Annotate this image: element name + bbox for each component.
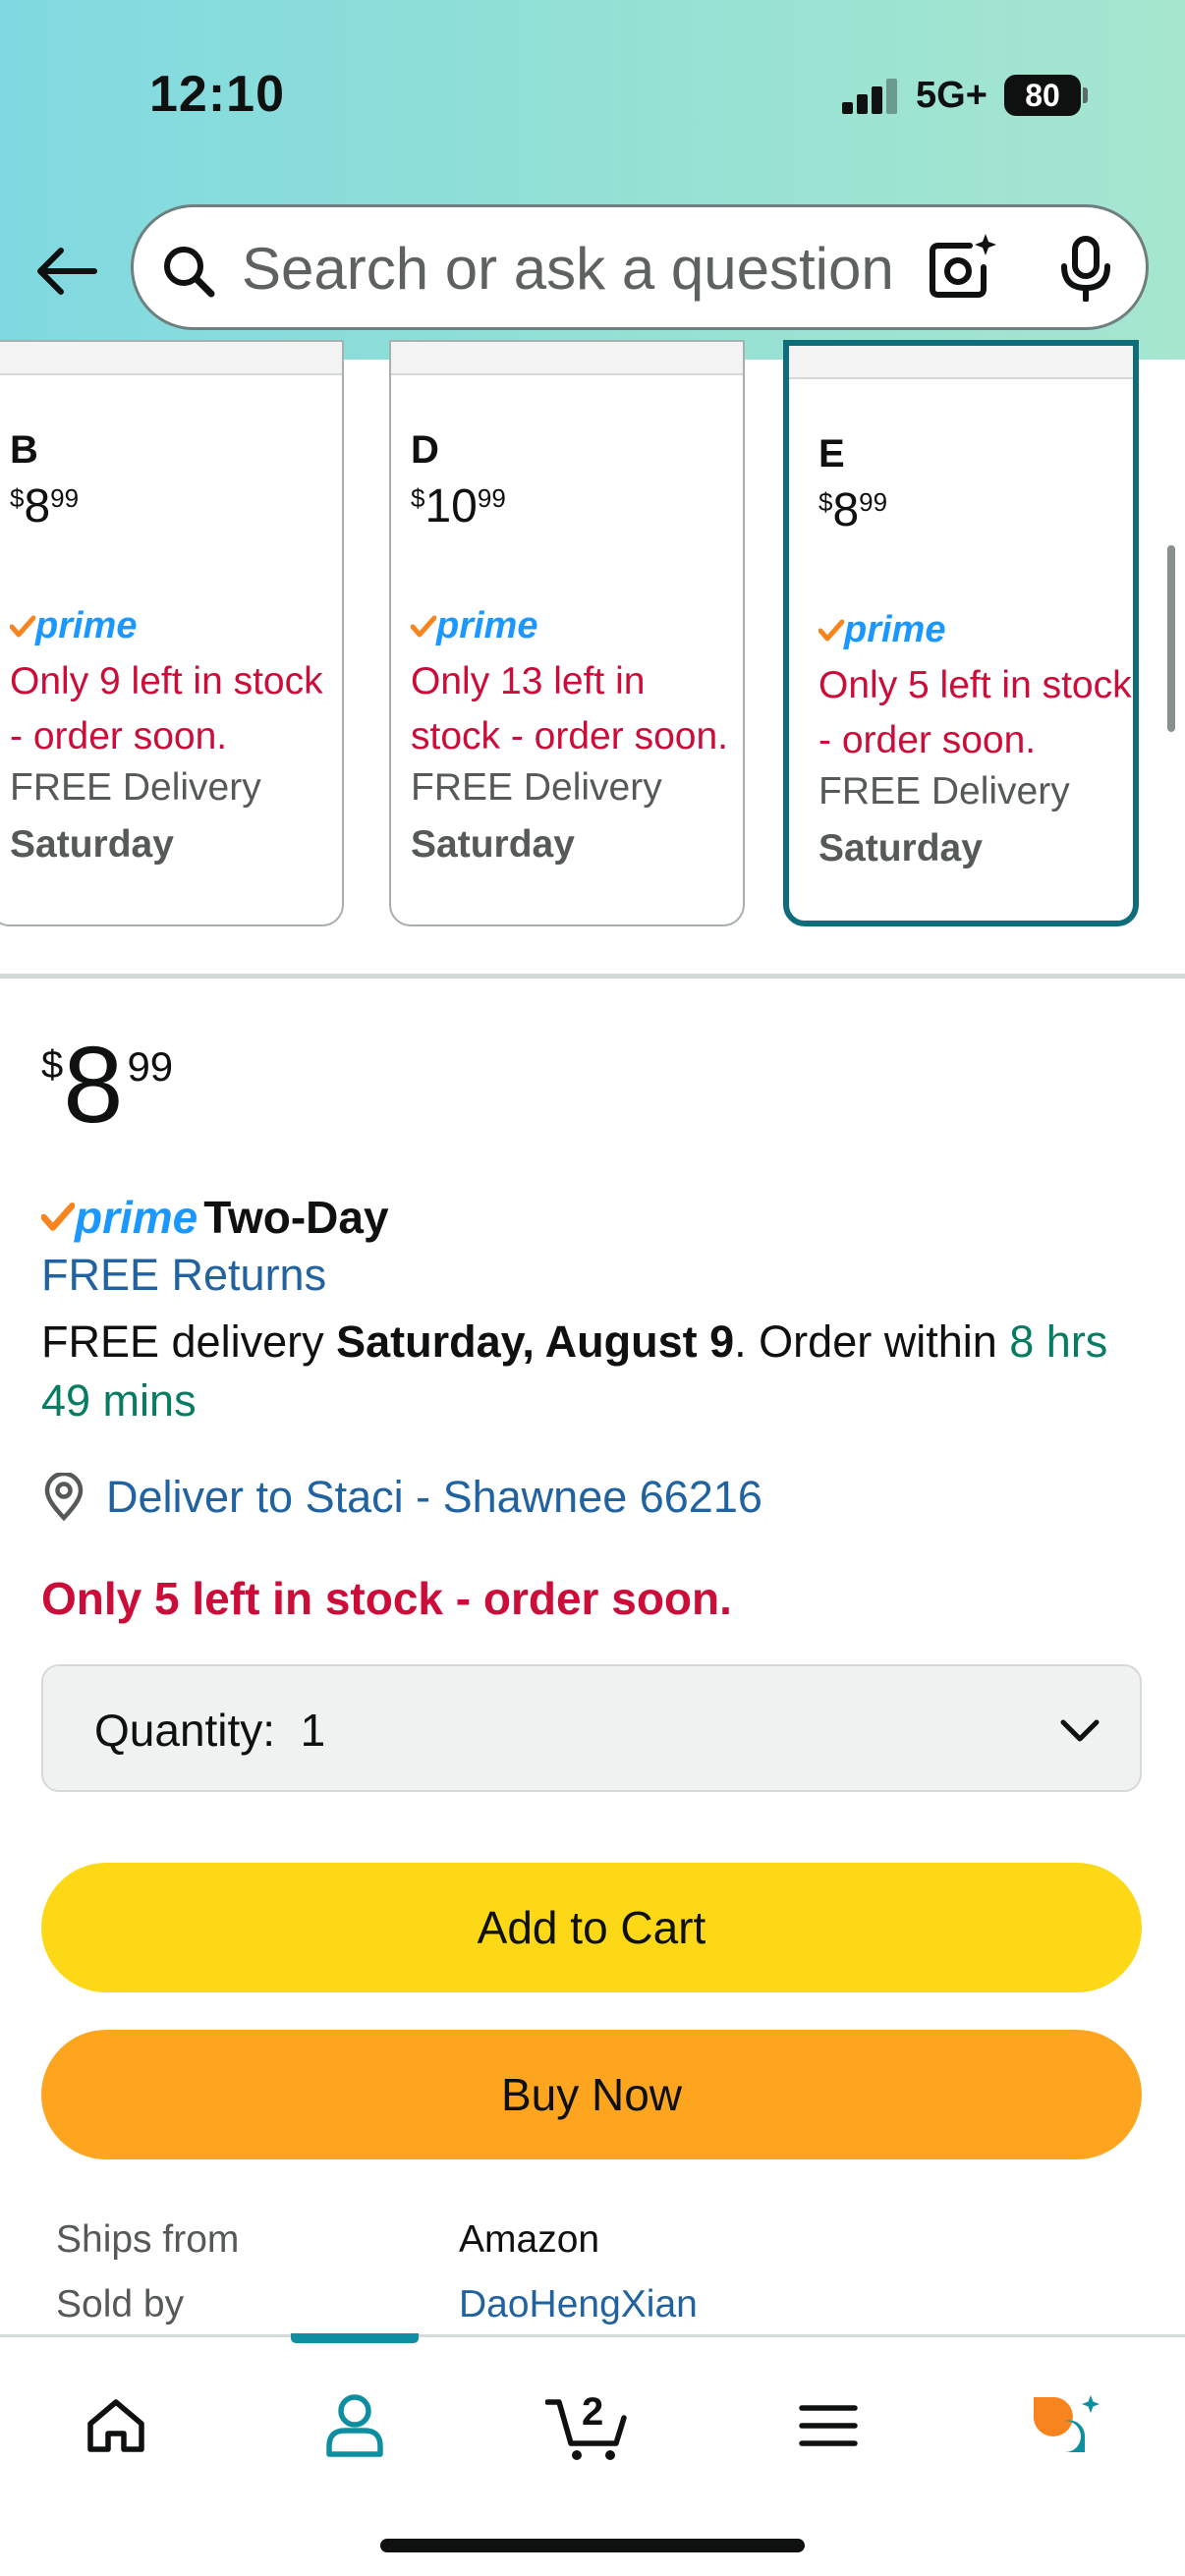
nav-cart[interactable]: 2 — [531, 2377, 649, 2475]
app-header: 12:10 5G+ 80 — [0, 0, 1185, 360]
prime-delivery-badge: prime Two-Day — [41, 1191, 389, 1244]
stock-status: Only 13 left in stock - order soon. — [411, 660, 728, 757]
variant-card-selected[interactable]: E $8 99 prime Only 5 left in stock - orde… — [783, 340, 1139, 926]
location-pin-icon — [44, 1473, 84, 1522]
variant-letter: E — [818, 432, 845, 476]
camera-search-icon[interactable] — [925, 232, 997, 305]
variant-card[interactable]: B $8 99 prime Only 9 left in stock - orde… — [0, 340, 344, 926]
prime-check-icon — [411, 615, 436, 637]
buy-now-button[interactable]: Buy Now — [41, 2030, 1142, 2159]
back-button[interactable] — [28, 232, 106, 310]
quantity-value: 1 — [300, 1705, 326, 1756]
variant-price: $8 99 — [10, 480, 80, 532]
battery-tip — [1083, 87, 1088, 103]
delivery-label: FREE Delivery — [10, 766, 261, 809]
quantity-label: Quantity: 1 — [94, 1705, 326, 1756]
microphone-icon[interactable] — [1052, 235, 1119, 302]
variant-image — [0, 342, 342, 375]
ships-from-label: Ships from — [56, 2218, 240, 2261]
cart-count-badge: 2 — [582, 2390, 604, 2434]
quantity-dropdown[interactable]: Quantity: 1 — [41, 1664, 1142, 1792]
search-icon — [164, 247, 215, 298]
chevron-down-icon — [1060, 1719, 1100, 1742]
delivery-day: Saturday — [411, 823, 575, 866]
delivery-date: Saturday, August 9 — [336, 1316, 735, 1367]
prime-check-icon — [10, 615, 35, 637]
variant-letter: B — [10, 428, 38, 472]
variant-letter: D — [411, 428, 439, 472]
product-price: $ 8 99 — [41, 1025, 174, 1146]
delivery-day: Saturday — [818, 827, 983, 869]
nav-account[interactable] — [296, 2377, 414, 2475]
stock-status: Only 9 left in stock - order soon. — [10, 660, 323, 757]
search-bar[interactable] — [131, 204, 1149, 330]
network-type: 5G+ — [916, 75, 988, 116]
home-indicator[interactable] — [380, 2539, 805, 2552]
prime-badge: prime — [10, 605, 137, 647]
delivery-day: Saturday — [10, 823, 174, 866]
variant-price: $8 99 — [818, 484, 888, 536]
nav-home[interactable] — [57, 2377, 175, 2475]
delivery-estimate: FREE delivery Saturday, August 9. Order … — [41, 1316, 1108, 1426]
variant-price: $10 99 — [411, 480, 506, 532]
prime-speed: Two-Day — [203, 1192, 389, 1243]
stock-warning: Only 5 left in stock - order soon. — [41, 1573, 732, 1624]
prime-check-icon — [818, 619, 844, 641]
variant-image — [789, 346, 1133, 379]
delivery-label: FREE Delivery — [818, 770, 1070, 812]
back-arrow-icon — [37, 248, 97, 295]
cellular-signal-icon — [842, 79, 899, 114]
section-divider — [0, 974, 1185, 979]
battery-icon: 80 — [1004, 75, 1081, 116]
scrollbar[interactable] — [1167, 545, 1175, 732]
menu-icon — [799, 2405, 858, 2446]
account-icon — [326, 2394, 383, 2457]
deliver-to-link[interactable]: Deliver to Staci - Shawnee 66216 — [41, 1472, 762, 1523]
variant-carousel[interactable]: B $8 99 prime Only 9 left in stock - orde… — [0, 340, 1185, 979]
variant-image — [391, 342, 743, 375]
free-returns-link[interactable]: FREE Returns — [41, 1250, 326, 1301]
sold-by-label: Sold by — [56, 2283, 185, 2325]
home-icon — [87, 2399, 144, 2452]
status-time: 12:10 — [149, 66, 285, 123]
sold-by-seller-link[interactable]: DaoHengXian — [459, 2283, 698, 2326]
active-tab-indicator — [291, 2333, 419, 2343]
ships-from-value: Amazon — [459, 2218, 600, 2261]
ai-assistant-icon — [1034, 2395, 1100, 2452]
nav-rufus-assistant[interactable] — [1006, 2377, 1124, 2475]
stock-status: Only 5 left in stock - order soon. — [818, 664, 1132, 761]
prime-badge: prime — [818, 609, 945, 651]
prime-badge: prime — [411, 605, 537, 647]
nav-menu[interactable] — [769, 2377, 887, 2475]
prime-check-icon — [41, 1202, 75, 1231]
variant-card[interactable]: D $10 99 prime Only 13 left in stock - or… — [389, 340, 745, 926]
delivery-label: FREE Delivery — [411, 766, 662, 809]
add-to-cart-button[interactable]: Add to Cart — [41, 1863, 1142, 1992]
